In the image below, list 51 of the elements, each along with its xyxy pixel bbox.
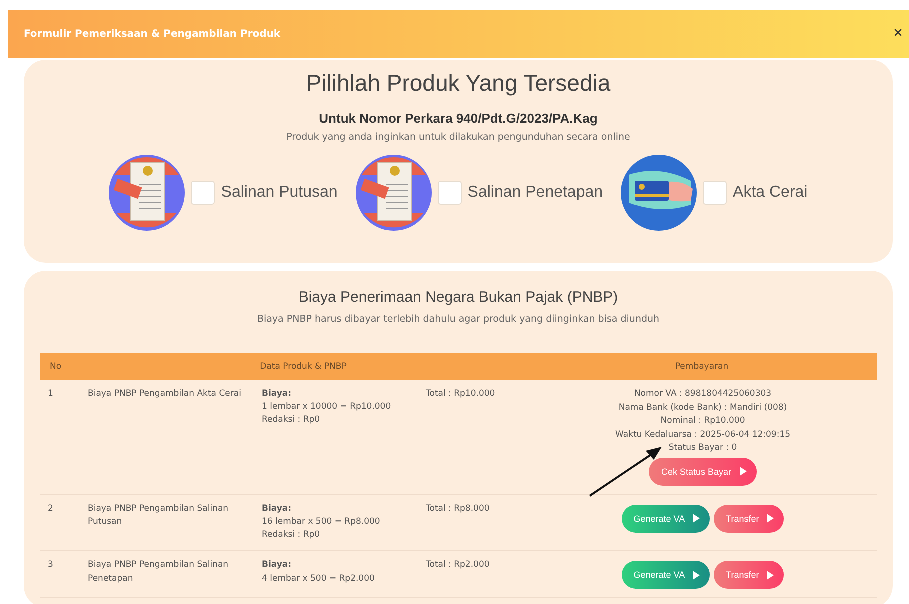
column-header: Data Produk & PNBP [80,353,527,380]
cost-label: Biaya: [262,502,293,516]
product-label: Salinan Putusan [221,184,338,202]
section-title: Biaya Penerimaan Negara Bukan Pajak (PNBP) [298,289,618,306]
section-title: Pilihlah Produk Yang Tersedia [306,70,611,97]
generate-va-button[interactable]: Generate VA [622,504,710,533]
cost-detail: Redaksi : Rp0 [262,529,322,542]
payment-detail: Waktu Kedaluarsa : 2025-06-04 12:09:15 [615,428,791,442]
payment-detail: Nominal : Rp10.000 [660,415,746,428]
cost-label: Biaya: [262,388,293,401]
row-number: 1 [40,380,80,494]
product-name: Biaya PNBP Pengambilan Akta Cerai [80,380,254,494]
product-label: Salinan Penetapan [468,184,604,202]
cost-label: Biaya: [262,559,293,572]
total-amount: Total : Rp10.000 [418,380,527,494]
column-header: No [40,353,80,380]
transfer-button[interactable]: Transfer [714,561,784,590]
section-subtitle: Biaya PNBP harus dibayar terlebih dahulu agar produk yang diinginkan bisa diunduh [257,314,660,325]
total-amount: Total : Rp2.000 [418,550,527,598]
cost-detail: 16 lembar x 500 = Rp8.000 [262,516,382,530]
generate-va-button[interactable]: Generate VA [622,561,710,590]
transfer-button[interactable]: Transfer [714,504,784,533]
play-icon [767,514,774,524]
document-icon [356,155,432,231]
document-icon [109,155,186,231]
play-icon [767,570,774,580]
row-number: 3 [40,550,80,598]
section-subtitle: Produk yang anda inginkan untuk dilakukan pengunduhan secara online [286,132,630,143]
payment-detail: Nomor VA : 8981804425060303 [634,388,772,401]
total-amount: Total : Rp8.000 [418,494,527,551]
checkbox[interactable] [191,181,216,205]
checkbox[interactable] [703,181,728,205]
payment-detail: Status Bayar : 0 [668,442,738,456]
close-button[interactable]: × [890,25,907,43]
play-icon [693,514,700,524]
product-name: Biaya PNBP Pengambilan Salinan Penetapan [80,550,254,598]
product-name: Biaya PNBP Pengambilan Salinan Putusan [80,494,254,551]
row-number: 2 [40,494,80,551]
column-header: Pembayaran [527,353,877,380]
cost-detail: Redaksi : Rp0 [262,414,322,428]
checkbox[interactable] [438,181,462,205]
play-icon [740,467,747,476]
payment-detail: Nama Bank (kode Bank) : Mandiri (008) [618,402,788,415]
cost-detail: 4 lembar x 500 = Rp2.000 [262,572,376,586]
check-status-button[interactable]: Cek Status Bayar [649,458,757,486]
hand-card-icon [621,155,698,231]
product-label: Akta Cerai [733,184,808,202]
case-number: Untuk Nomor Perkara 940/Pdt.G/2023/PA.Kag [319,111,598,126]
play-icon [693,570,700,580]
cost-detail: 1 lembar x 10000 = Rp10.000 [262,401,392,414]
modal-title: Formulir Pemeriksaan & Pengambilan Produk [24,28,281,40]
